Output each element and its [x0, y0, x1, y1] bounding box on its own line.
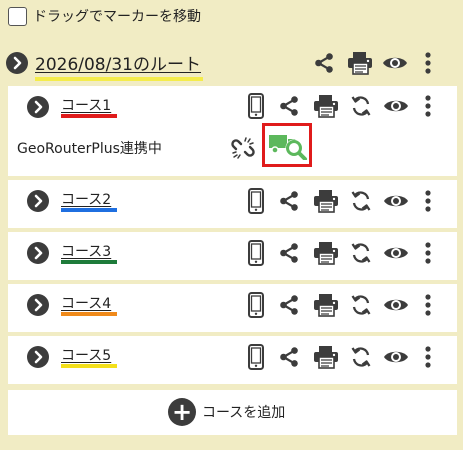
eye-icon[interactable] — [383, 192, 409, 210]
eye-icon[interactable] — [382, 54, 408, 72]
chevron-right-icon[interactable] — [27, 242, 49, 264]
share-icon[interactable] — [278, 346, 300, 368]
eye-icon[interactable] — [383, 348, 409, 366]
eye-icon[interactable] — [383, 97, 409, 115]
sync-icon[interactable] — [349, 189, 373, 213]
kebab-menu-icon[interactable] — [425, 293, 431, 317]
chevron-right-icon[interactable] — [27, 190, 49, 212]
kebab-menu-icon[interactable] — [425, 189, 431, 213]
share-icon[interactable] — [278, 242, 300, 264]
printer-icon[interactable] — [313, 293, 339, 317]
course-name[interactable]: コース3 — [61, 241, 111, 262]
course-card-1: コース1 GeoRouterPlus連携中 — [8, 86, 457, 176]
eye-icon[interactable] — [383, 296, 409, 314]
sync-icon[interactable] — [349, 345, 373, 369]
kebab-menu-icon[interactable] — [425, 51, 431, 75]
add-course-button[interactable]: + コースを追加 — [168, 398, 285, 426]
sync-icon[interactable] — [349, 241, 373, 265]
printer-icon[interactable] — [313, 345, 339, 369]
course-color-swatch — [61, 260, 117, 264]
drag-marker-label: ドラッグでマーカーを移動 — [33, 9, 201, 25]
share-icon[interactable] — [313, 52, 335, 74]
share-icon[interactable] — [278, 190, 300, 212]
course-color-swatch — [61, 312, 117, 316]
kebab-menu-icon[interactable] — [425, 94, 431, 118]
smartphone-icon[interactable] — [248, 292, 264, 318]
route-header: 2026/08/31のルート — [0, 44, 463, 82]
kebab-menu-icon[interactable] — [425, 345, 431, 369]
smartphone-icon[interactable] — [248, 240, 264, 266]
route-title[interactable]: 2026/08/31のルート — [35, 50, 203, 81]
printer-icon[interactable] — [313, 241, 339, 265]
share-icon[interactable] — [278, 95, 300, 117]
chevron-right-icon[interactable] — [27, 346, 49, 368]
course-color-swatch — [61, 208, 117, 212]
printer-icon[interactable] — [313, 94, 339, 118]
broken-link-icon[interactable] — [231, 136, 255, 160]
add-course-card: + コースを追加 — [8, 390, 457, 435]
course-name[interactable]: コース1 — [61, 95, 111, 116]
course-card-4: コース4 — [8, 284, 457, 332]
drag-marker-toggle[interactable]: ドラッグでマーカーを移動 — [8, 5, 201, 27]
sync-icon[interactable] — [349, 94, 373, 118]
chevron-right-icon[interactable] — [6, 52, 28, 74]
plus-circle-icon: + — [168, 398, 196, 426]
smartphone-icon[interactable] — [248, 93, 264, 119]
course-color-swatch — [61, 364, 117, 368]
course-card-5: コース5 — [8, 336, 457, 384]
sync-icon[interactable] — [349, 293, 373, 317]
course-card-2: コース2 — [8, 180, 457, 228]
add-course-label: コースを追加 — [202, 405, 286, 421]
course-color-swatch — [61, 114, 117, 118]
smartphone-icon[interactable] — [248, 188, 264, 214]
eye-icon[interactable] — [383, 244, 409, 262]
share-icon[interactable] — [278, 294, 300, 316]
course-name[interactable]: コース2 — [61, 189, 111, 210]
smartphone-icon[interactable] — [248, 344, 264, 370]
course-card-3: コース3 — [8, 232, 457, 280]
printer-icon[interactable] — [347, 51, 373, 75]
kebab-menu-icon[interactable] — [425, 241, 431, 265]
printer-icon[interactable] — [313, 189, 339, 213]
course-name[interactable]: コース4 — [61, 293, 111, 314]
truck-search-icon[interactable] — [268, 128, 308, 160]
drag-marker-checkbox[interactable] — [8, 6, 27, 26]
chevron-right-icon[interactable] — [27, 294, 49, 316]
chevron-right-icon[interactable] — [27, 96, 49, 118]
georouter-status: GeoRouterPlus連携中 — [17, 141, 162, 157]
course-name[interactable]: コース5 — [61, 345, 111, 366]
